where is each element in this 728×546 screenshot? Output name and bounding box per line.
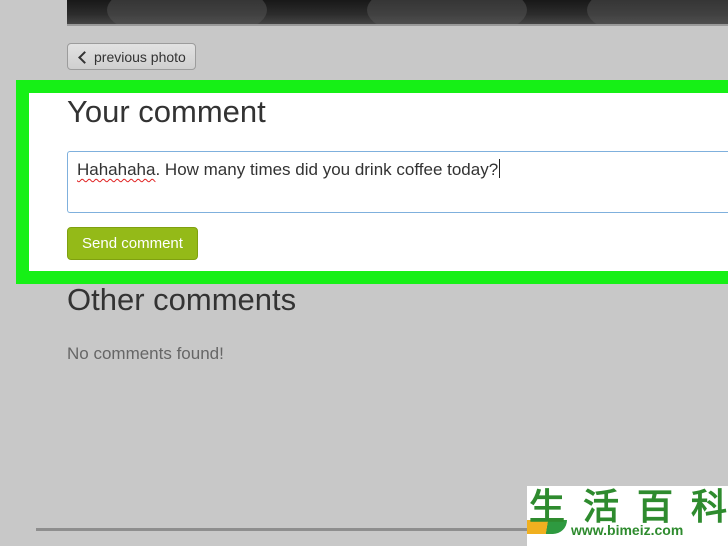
watermark: 生活百科 www.bimeiz.com — [527, 486, 728, 546]
comment-text-misspelled: Hahahaha — [77, 160, 156, 179]
comment-text: . How many times did you drink coffee to… — [155, 160, 499, 179]
previous-photo-label: previous photo — [94, 48, 186, 65]
watermark-url: www.bimeiz.com — [571, 522, 684, 538]
chevron-left-icon — [78, 50, 91, 64]
no-comments-text: No comments found! — [67, 344, 224, 363]
previous-photo-button[interactable]: previous photo — [67, 43, 196, 70]
photo — [67, 0, 728, 26]
other-comments-heading: Other comments — [67, 282, 297, 317]
text-cursor — [499, 159, 501, 178]
your-comment-heading: Your comment — [67, 94, 266, 129]
comment-textarea[interactable]: Hahahaha. How many times did you drink c… — [67, 151, 728, 213]
send-comment-button[interactable]: Send comment — [67, 227, 198, 260]
